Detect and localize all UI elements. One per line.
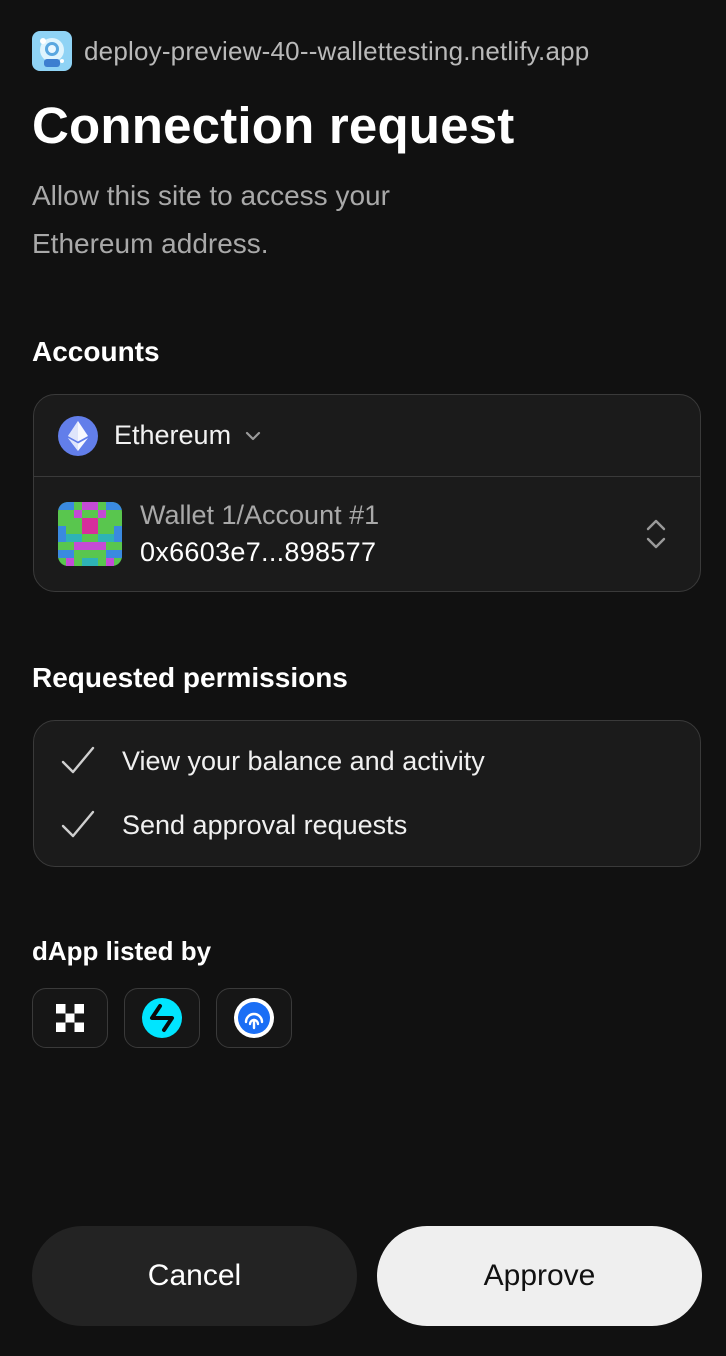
listed-by-list <box>32 988 308 1048</box>
ethereum-icon <box>58 415 98 456</box>
account-selector[interactable]: Wallet 1/Account #1 0x6603e7...898577 <box>34 477 700 591</box>
okx-logo-icon <box>56 1004 84 1032</box>
account-name: Wallet 1/Account #1 <box>140 500 380 530</box>
permissions-heading: Requested permissions <box>32 662 348 693</box>
cancel-button[interactable]: Cancel <box>32 1226 357 1326</box>
page-subtitle: Allow this site to access your Ethereum … <box>32 180 390 259</box>
connection-request-page: deploy-preview-40--wallettesting.netlify… <box>0 0 726 1356</box>
fingerprint-logo-button[interactable] <box>216 988 292 1048</box>
page-title: Connection request <box>32 97 515 154</box>
site-favicon-icon <box>32 31 72 71</box>
approve-button[interactable]: Approve <box>377 1226 702 1326</box>
okx-logo-button[interactable] <box>32 988 108 1048</box>
permissions-card: View your balance and activity Send appr… <box>33 720 701 867</box>
accounts-card: Ethereum Wallet 1/Account #1 0x6603e7...… <box>33 394 701 592</box>
chevron-up-down-icon <box>646 519 666 549</box>
listed-by-heading: dApp listed by <box>32 936 212 966</box>
check-icon <box>61 810 95 838</box>
permission-item: Send approval requests <box>34 793 700 857</box>
network-name: Ethereum <box>114 420 232 450</box>
account-text: Wallet 1/Account #1 0x6603e7...898577 <box>140 497 379 571</box>
account-avatar <box>58 502 122 566</box>
account-address: 0x6603e7...898577 <box>140 537 377 567</box>
permission-label: Send approval requests <box>122 809 408 840</box>
site-url: deploy-preview-40--wallettesting.netlify… <box>84 35 590 66</box>
fingerprint-logo-icon <box>234 998 274 1038</box>
site-header: deploy-preview-40--wallettesting.netlify… <box>32 30 589 72</box>
network-selector[interactable]: Ethereum <box>34 395 700 477</box>
bitget-logo-icon <box>142 998 182 1038</box>
bitget-logo-button[interactable] <box>124 988 200 1048</box>
chevron-down-icon <box>245 431 261 440</box>
check-icon <box>61 746 95 774</box>
permission-label: View your balance and activity <box>122 745 485 776</box>
accounts-heading: Accounts <box>32 336 160 367</box>
permission-item: View your balance and activity <box>34 729 700 793</box>
